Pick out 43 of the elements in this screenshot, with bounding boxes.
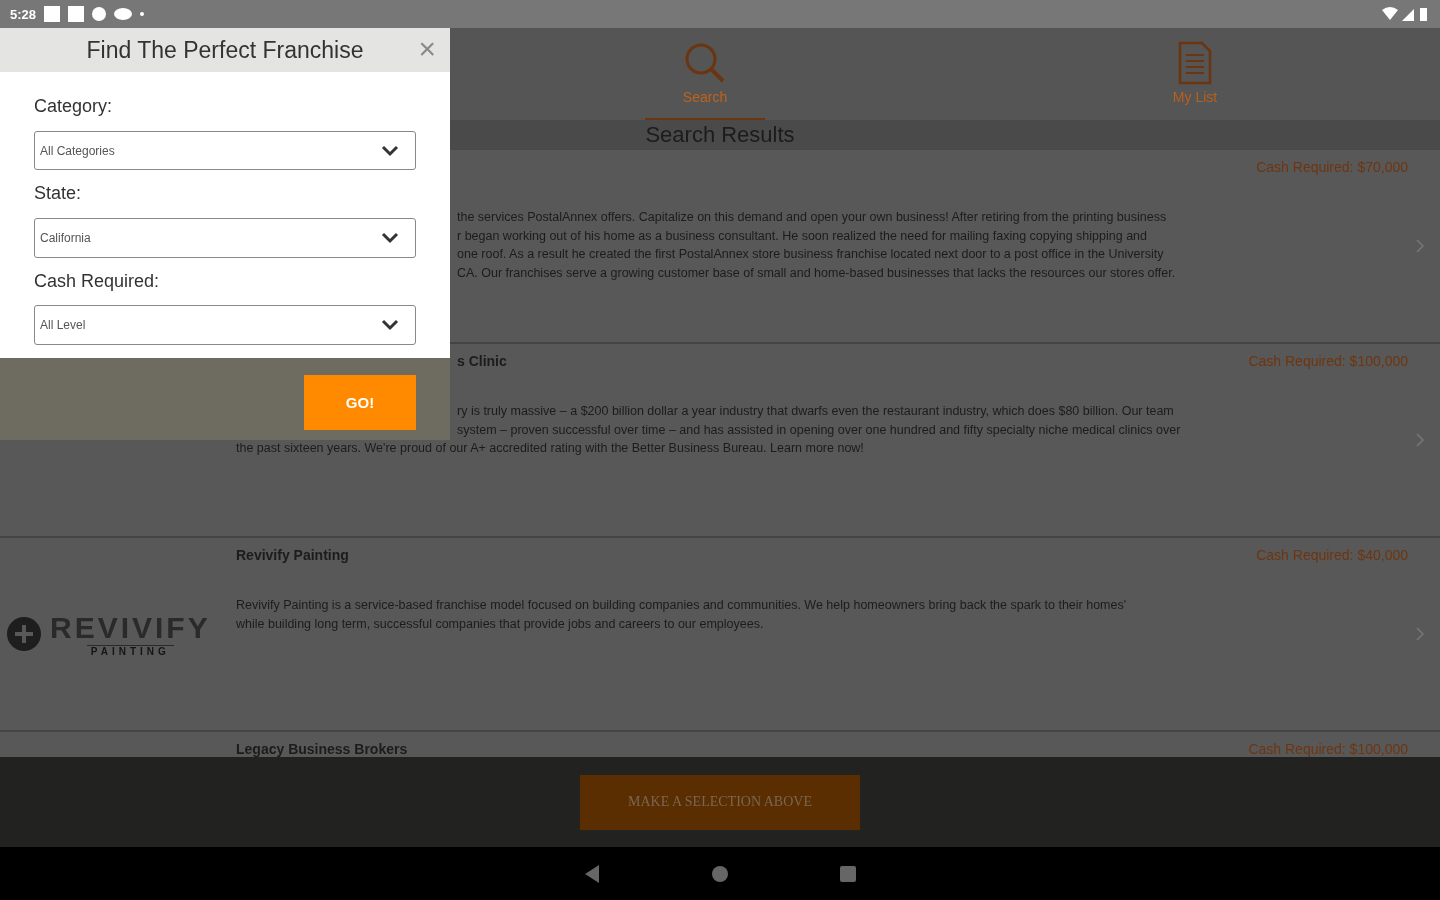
- home-icon[interactable]: [711, 864, 729, 883]
- add-icon[interactable]: [6, 616, 42, 652]
- search-icon: [683, 41, 727, 85]
- cash-required: Cash Required: $40,000: [1256, 547, 1408, 563]
- description-line: ry is truly massive – a $200 billion dollar a year industry that dwarfs even the restaurant industry, which does $80 billion. Our team: [457, 403, 1174, 420]
- notification-icon: [68, 6, 85, 22]
- description-line: the services PostalAnnex offers. Capitalize on this demand and open your own business! After retiring from the printing business: [457, 209, 1167, 226]
- cash-required: Cash Required: $70,000: [1256, 159, 1408, 175]
- description-line: while building long term, successful companies that provide jobs and careers to our employees.: [236, 615, 764, 633]
- description-line: CA. Our franchises serve a growing customer base of small and home-based businesses that lacks the resources our stores offer.: [457, 264, 1176, 282]
- selection-button[interactable]: MAKE A SELECTION ABOVE: [580, 774, 860, 830]
- dot-icon: [140, 12, 145, 16]
- logo-subtext: PAINTING: [86, 645, 174, 657]
- dropdown-field[interactable]: All Categories: [34, 130, 416, 171]
- chevron-down-icon: [381, 231, 399, 244]
- dropdown-field[interactable]: All Level: [34, 305, 416, 345]
- field-label: Category:: [34, 96, 114, 118]
- description-line: the past sixteen years. We're proud of our A+ accredited rating with the Better Business Bureau. Learn more now!: [236, 440, 864, 457]
- franchise-name: s Clinic: [457, 353, 507, 369]
- chevron-down-icon: [381, 319, 399, 332]
- chevron-right-icon: [1416, 239, 1424, 253]
- signal-battery-icons: [1382, 6, 1430, 22]
- description-line: r began working out of his home as a business consultant. He soon realized the need for mailing faxing copying shipping and: [457, 227, 1147, 245]
- field-label: Cash Required:: [34, 270, 161, 293]
- back-icon[interactable]: [583, 863, 601, 884]
- chevron-down-icon: [381, 144, 399, 157]
- recents-icon[interactable]: [839, 864, 857, 883]
- chevron-right-icon: [1416, 627, 1424, 641]
- go-button[interactable]: GO!: [304, 375, 416, 430]
- status-time: 5:28: [10, 6, 37, 22]
- field-label: State:: [34, 183, 83, 206]
- dropdown-field[interactable]: California: [34, 218, 416, 258]
- cash-required: Cash Required: $100,000: [1248, 353, 1408, 369]
- document-icon: [1178, 41, 1212, 85]
- close-button[interactable]: ×: [418, 34, 436, 64]
- chevron-right-icon: [1416, 433, 1424, 447]
- notification-icon: [44, 6, 61, 22]
- cash-required: Cash Required: $100,000: [1248, 741, 1408, 757]
- dialog-title: Find The Perfect Franchise: [86, 36, 364, 64]
- franchise-name: Revivify Painting: [236, 547, 349, 563]
- franchise-name: Legacy Business Brokers: [236, 741, 408, 757]
- cloud-icon: [114, 8, 133, 20]
- tab[interactable]: My List: [1135, 28, 1255, 120]
